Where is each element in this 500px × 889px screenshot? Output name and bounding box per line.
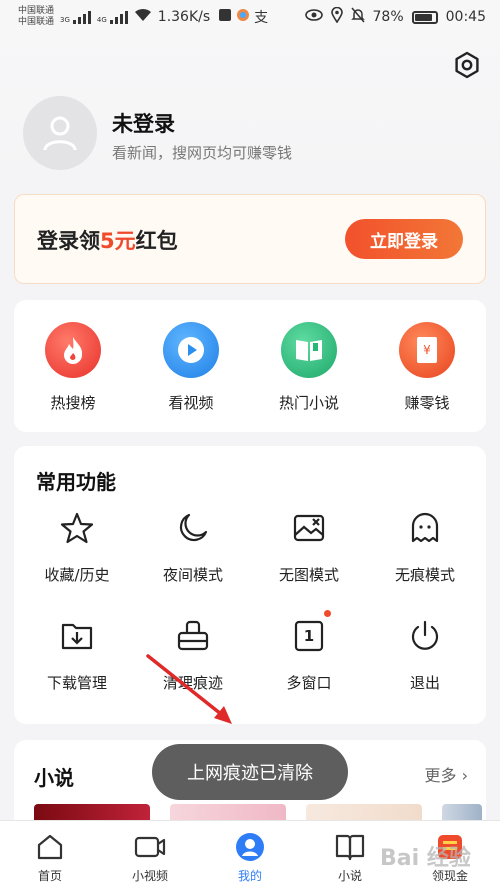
quick-action-video[interactable]: 看视频	[141, 322, 241, 413]
function-label: 下载管理	[46, 674, 107, 692]
quick-action-label: 热搜榜	[50, 394, 96, 412]
network-type-1: 3G	[60, 15, 70, 24]
book-icon	[281, 322, 337, 378]
svg-text:¥: ¥	[423, 343, 431, 357]
common-functions-card: 常用功能 收藏/历史 夜间模式 无图模式 无痕模式 下载管理 清理痕迹 1 多窗…	[14, 446, 486, 724]
ghost-icon	[370, 510, 480, 546]
network-type-2: 4G	[96, 15, 107, 24]
avatar[interactable]	[23, 96, 97, 170]
function-multi-window[interactable]: 1 多窗口	[254, 610, 364, 693]
function-incognito-mode[interactable]: 无痕模式	[370, 510, 480, 585]
network-speed: 1.36K/s	[157, 9, 211, 25]
flame-icon	[45, 322, 101, 378]
money-icon: ¥	[399, 322, 455, 378]
signal-icon: 4G	[96, 10, 128, 24]
browser-notification-icon	[236, 8, 250, 26]
carrier-info: 中国联通 中国联通	[18, 6, 54, 28]
battery-percent: 78%	[372, 9, 404, 25]
video-icon	[110, 831, 190, 863]
login-status-title[interactable]: 未登录	[112, 108, 175, 138]
tab-novel[interactable]: 小说	[310, 831, 390, 884]
tab-mine[interactable]: 我的	[210, 831, 290, 884]
quick-action-hot-search[interactable]: 热搜榜	[23, 322, 123, 413]
moon-icon	[138, 510, 248, 546]
mute-icon	[350, 7, 365, 27]
play-icon	[163, 322, 219, 378]
tab-label: 首页	[37, 869, 62, 883]
user-icon	[43, 116, 77, 151]
tab-home[interactable]: 首页	[10, 831, 90, 884]
login-reward-text: 登录领5元红包	[37, 225, 178, 255]
function-no-image-mode[interactable]: 无图模式	[254, 510, 364, 585]
signal-icon: 3G	[60, 10, 91, 24]
function-label: 无痕模式	[394, 566, 455, 584]
battery-icon	[411, 10, 438, 24]
section-title: 常用功能	[36, 470, 116, 494]
more-link[interactable]: 更多 ›	[425, 762, 469, 786]
function-exit[interactable]: 退出	[370, 618, 480, 693]
download-icon	[22, 618, 132, 654]
tab-label: 我的	[237, 869, 262, 883]
window-icon: 1	[254, 618, 364, 654]
window-count: 1	[303, 627, 315, 645]
reward-text-suffix: 红包	[135, 229, 178, 253]
tab-label: 小说	[337, 869, 362, 883]
home-icon	[10, 831, 90, 863]
function-label: 多窗口	[286, 674, 332, 692]
location-icon	[330, 6, 343, 27]
function-download-manager[interactable]: 下载管理	[22, 618, 132, 693]
function-label: 退出	[409, 674, 440, 692]
gear-icon	[455, 51, 479, 79]
quick-actions-card: 热搜榜 看视频 热门小说 ¥ 赚零钱	[14, 300, 486, 432]
watermark: Bai 经验	[380, 846, 471, 871]
eye-icon	[304, 8, 323, 26]
clock: 00:45	[445, 9, 486, 25]
section-title: 小说	[34, 766, 74, 790]
reward-text-prefix: 登录领	[37, 229, 100, 253]
power-icon	[370, 618, 480, 654]
function-label: 无图模式	[278, 566, 339, 584]
no-image-icon	[254, 510, 364, 546]
wifi-icon	[134, 8, 152, 26]
quick-action-novel[interactable]: 热门小说	[259, 322, 359, 413]
function-label: 收藏/历史	[44, 566, 110, 584]
login-button[interactable]: 立即登录	[345, 219, 463, 259]
book-icon	[310, 831, 390, 863]
star-icon	[22, 510, 132, 546]
settings-button[interactable]	[450, 48, 484, 82]
status-bar: 中国联通 中国联通 3G 4G 1.36K/s 支 78% 00:45	[0, 0, 500, 34]
annotation-arrow	[146, 654, 232, 724]
quick-action-label: 看视频	[168, 394, 214, 412]
profile-icon	[210, 831, 290, 863]
login-reward-banner[interactable]: 登录领5元红包 立即登录	[14, 194, 486, 284]
quick-action-label: 赚零钱	[404, 394, 450, 412]
function-label: 夜间模式	[162, 566, 223, 584]
broom-icon	[138, 618, 248, 654]
function-favorites-history[interactable]: 收藏/历史	[22, 510, 132, 585]
notification-dot	[324, 610, 331, 617]
tab-short-video[interactable]: 小视频	[110, 831, 190, 884]
toast-message: 上网痕迹已清除	[152, 744, 348, 800]
login-status-subtitle: 看新闻，搜网页均可赚零钱	[112, 144, 293, 162]
alipay-notification-icon: 支	[254, 10, 269, 26]
quick-action-earn-money[interactable]: ¥ 赚零钱	[377, 322, 477, 413]
carrier-1: 中国联通	[18, 6, 55, 16]
tab-label: 小视频	[131, 869, 168, 883]
app-notification-icon	[218, 8, 232, 26]
reward-amount: 5元	[100, 229, 136, 253]
quick-action-label: 热门小说	[278, 394, 339, 412]
carrier-2: 中国联通	[18, 17, 55, 27]
function-night-mode[interactable]: 夜间模式	[138, 510, 248, 585]
